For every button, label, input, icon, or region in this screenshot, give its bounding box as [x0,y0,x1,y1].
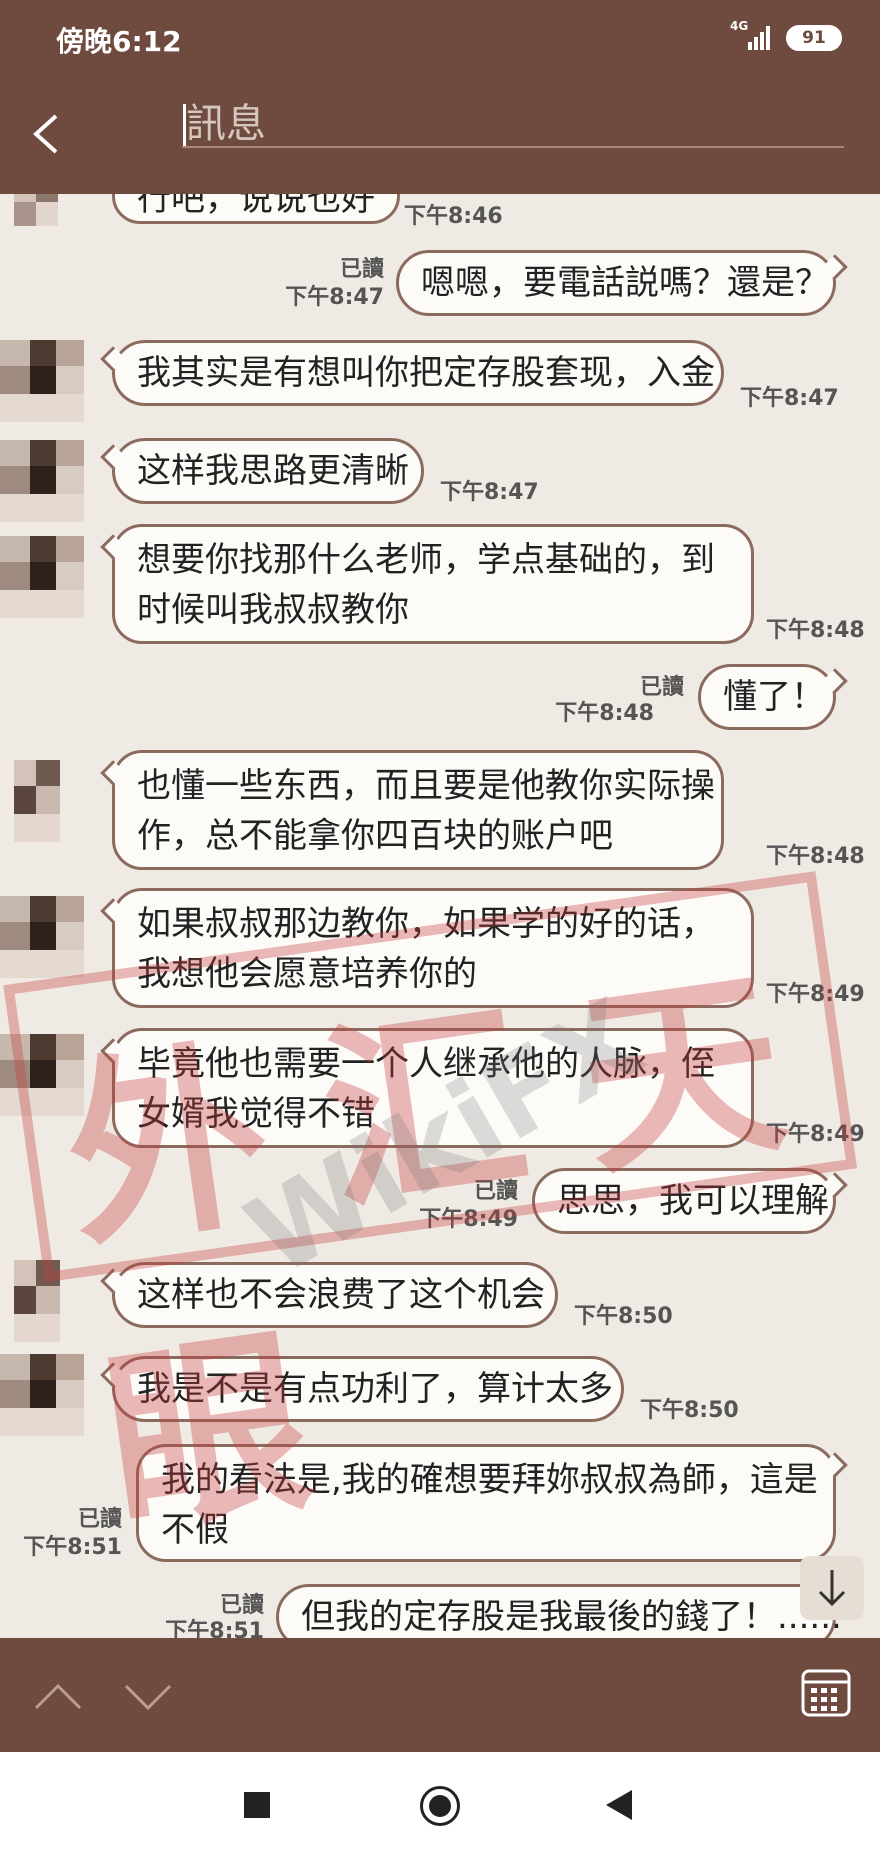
message-time: 下午8:49 [419,1207,518,1232]
avatar [0,536,86,618]
message-text: 如果叔叔那边教你，如果学的好的话， [137,904,715,944]
message-text: 这样也不会浪费了这个机会 [137,1275,545,1315]
message-time: 下午8:48 [766,844,865,869]
avatar [0,1260,86,1342]
read-receipt: 已讀 [473,1179,518,1204]
chevron-down-icon [124,1684,172,1711]
read-receipt: 已讀 [639,675,684,700]
avatar [0,340,86,422]
message-time: 下午8:47 [740,386,839,411]
message-time: 下午8:47 [285,285,384,310]
read-receipt: 已讀 [339,257,384,282]
read-receipt: 已讀 [219,1593,264,1618]
message-time: 下午8:50 [574,1304,673,1329]
battery-icon: 91 [786,25,842,51]
chevron-up-icon [34,1683,82,1710]
message-text: 懂了！ [723,677,825,717]
message-bubble[interactable]: 行吧，说说也好 [112,194,400,224]
message-bubble[interactable]: 这样我思路更清晰 [112,438,424,504]
message-text: 但我的定存股是我最後的錢了！...... [301,1597,842,1637]
message-text: 这样我思路更清晰 [137,451,409,491]
nav-back-button[interactable] [606,1790,632,1820]
message-time: 下午8:50 [640,1398,739,1423]
avatar [0,440,86,522]
read-receipt: 已讀 [77,1507,122,1532]
network-indicator: 4G [730,19,749,33]
arrow-down-icon [818,1570,846,1607]
message-text: 不假 [161,1510,229,1550]
message-time: 下午8:49 [766,1122,865,1147]
status-bar: 傍晚6:12 4G 91 [0,0,880,74]
previous-result-button[interactable] [30,1678,86,1714]
message-bubble[interactable]: 我是不是有点功利了，算计太多 [112,1356,624,1422]
message-bubble[interactable]: 也懂一些东西，而且要是他教你实际操 作，总不能拿你四百块的账户吧 [112,750,724,870]
message-text: 我的看法是,我的確想要拜妳叔叔為師，這是 [161,1460,818,1500]
message-bubble[interactable]: 懂了！ [698,664,836,730]
message-text: 我是不是有点功利了，算计太多 [137,1369,613,1409]
message-bubble[interactable]: 这样也不会浪费了这个机会 [112,1262,558,1328]
chat-area[interactable]: 行吧，说说也好 下午8:46 已讀 下午8:47 嗯嗯，要電話説嗎？還是？ 我其… [0,194,880,1638]
message-text: 作，总不能拿你四百块的账户吧 [137,816,613,856]
home-button[interactable] [420,1786,460,1826]
message-text: 时候叫我叔叔教你 [137,590,409,630]
message-text: 毕竟他也需要一个人继承他的人脉，侄 [137,1044,715,1084]
message-bubble[interactable]: 如果叔叔那边教你，如果学的好的话， 我想他会愿意培养你的 [112,888,754,1008]
avatar [0,194,86,256]
bottom-toolbar [0,1638,880,1752]
avatar [0,896,86,978]
message-bubble[interactable]: 思思，我可以理解 [532,1168,836,1234]
message-bubble[interactable]: 毕竟他也需要一个人继承他的人脉，侄 女婿我觉得不错 [112,1028,754,1148]
system-nav-bar [0,1752,880,1858]
chevron-left-icon [33,114,58,154]
message-text: 思思，我可以理解 [557,1181,829,1221]
calendar-icon [801,1669,851,1717]
message-bubble[interactable]: 但我的定存股是我最後的錢了！...... [276,1584,842,1638]
back-button[interactable] [26,104,66,164]
message-time: 下午8:47 [440,480,539,505]
message-time: 下午8:49 [766,982,865,1007]
message-time: 下午8:48 [555,701,654,726]
search-title-field[interactable]: 訊息 [182,100,844,148]
recents-button[interactable] [244,1792,270,1818]
message-text: 我想他会愿意培养你的 [137,954,477,994]
avatar [0,1034,86,1116]
app-header: 訊息 [0,74,880,194]
message-time: 下午8:51 [23,1535,122,1560]
scroll-to-bottom-button[interactable] [800,1556,864,1620]
message-text: 行吧，说说也好 [137,194,375,219]
message-bubble[interactable]: 嗯嗯，要電話説嗎？還是？ [396,250,836,316]
message-text: 我其实是有想叫你把定存股套现，入金 [137,353,715,393]
message-time: 下午8:48 [766,618,865,643]
message-text: 想要你找那什么老师，学点基础的，到 [137,540,715,580]
message-time: 下午8:51 [165,1619,264,1638]
message-text: 嗯嗯，要電話説嗎？還是？ [421,263,829,303]
text-cursor [183,104,186,146]
next-result-button[interactable] [120,1678,176,1714]
message-time: 下午8:46 [404,204,503,229]
message-bubble[interactable]: 我其实是有想叫你把定存股套现，入金 [112,340,724,406]
signal-icon [748,26,772,50]
avatar [0,1354,86,1436]
status-time: 傍晚6:12 [56,25,182,58]
avatar [0,760,86,842]
message-bubble[interactable]: 我的看法是,我的確想要拜妳叔叔為師，這是 不假 [136,1444,836,1562]
message-text: 也懂一些东西，而且要是他教你实际操 [137,766,715,806]
message-bubble[interactable]: 想要你找那什么老师，学点基础的，到 时候叫我叔叔教你 [112,524,754,644]
calendar-button[interactable] [800,1666,852,1718]
message-text: 女婿我觉得不错 [137,1094,375,1134]
